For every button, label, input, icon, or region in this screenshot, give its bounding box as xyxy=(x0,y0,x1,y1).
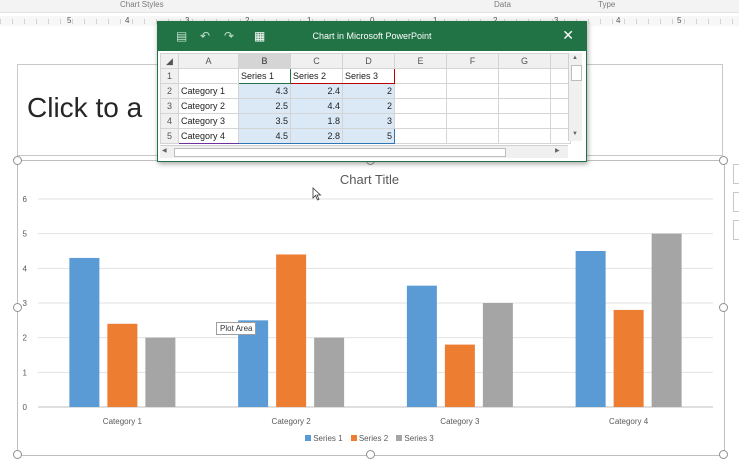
column-header[interactable]: F xyxy=(446,53,499,69)
cell[interactable]: 4.3 xyxy=(238,83,291,99)
plot-area-tooltip: Plot Area xyxy=(216,322,257,335)
ruler-number: 4 xyxy=(615,16,622,25)
cell[interactable] xyxy=(394,98,447,114)
cell[interactable] xyxy=(394,68,447,84)
chart-legend[interactable]: Series 1 Series 2 Series 3 xyxy=(0,434,739,443)
excel-title-bar[interactable]: ▤ ↶ ↷ ▦ Chart in Microsoft PowerPoint ✕ xyxy=(158,22,586,51)
cell[interactable] xyxy=(498,113,551,129)
legend-item-series-3[interactable]: Series 3 xyxy=(396,434,434,443)
cell[interactable] xyxy=(498,68,551,84)
chart-filters-button[interactable] xyxy=(733,220,739,240)
cell[interactable]: 2.4 xyxy=(290,83,343,99)
row-header[interactable]: 1 xyxy=(160,68,179,84)
cell[interactable]: Category 2 xyxy=(178,98,239,114)
cell[interactable]: Series 2 xyxy=(290,68,343,84)
cell[interactable]: Series 3 xyxy=(342,68,395,84)
row-header[interactable]: 3 xyxy=(160,98,179,114)
vertical-scrollbar[interactable]: ▲ ▼ xyxy=(568,53,582,141)
ruler-number: 5 xyxy=(66,16,73,25)
cell[interactable] xyxy=(446,113,499,129)
cell[interactable] xyxy=(498,98,551,114)
cell[interactable]: 1.8 xyxy=(290,113,343,129)
column-header[interactable]: D xyxy=(342,53,395,69)
cell[interactable] xyxy=(446,83,499,99)
select-all-corner[interactable]: ◢ xyxy=(160,53,179,69)
legend-swatch xyxy=(305,435,312,441)
scroll-right-icon[interactable]: ▶ xyxy=(555,147,560,154)
cell[interactable] xyxy=(498,128,551,144)
column-header[interactable]: B xyxy=(238,53,291,69)
chart-styles-button[interactable] xyxy=(733,192,739,212)
cell[interactable] xyxy=(394,83,447,99)
column-header[interactable]: C xyxy=(290,53,343,69)
legend-label: Series 2 xyxy=(358,434,389,443)
resize-handle-bottom-right[interactable] xyxy=(719,450,728,459)
mouse-cursor-icon xyxy=(312,187,322,201)
cell[interactable] xyxy=(394,113,447,129)
row-header[interactable]: 2 xyxy=(160,83,179,99)
scroll-up-icon[interactable]: ▲ xyxy=(572,55,578,61)
ruler-number: 4 xyxy=(124,16,131,25)
scroll-thumb[interactable] xyxy=(571,65,582,81)
cell[interactable] xyxy=(394,128,447,144)
legend-label: Series 1 xyxy=(313,434,343,443)
cell[interactable]: 2 xyxy=(342,98,395,114)
legend-item-series-1[interactable]: Series 1 xyxy=(305,434,343,443)
chart-frame[interactable] xyxy=(17,160,725,456)
resize-handle-right[interactable] xyxy=(719,303,728,312)
resize-handle-left[interactable] xyxy=(13,303,22,312)
excel-window-title: Chart in Microsoft PowerPoint xyxy=(312,31,432,41)
cell[interactable] xyxy=(178,68,239,84)
resize-handle-top-left[interactable] xyxy=(13,156,22,165)
ribbon-group-data[interactable]: Data xyxy=(494,0,511,9)
cell[interactable] xyxy=(446,128,499,144)
close-icon[interactable]: ✕ xyxy=(562,27,574,44)
column-header[interactable]: G xyxy=(498,53,551,69)
chart-title[interactable]: Chart Title xyxy=(0,172,739,187)
title-placeholder-text[interactable]: Click to a xyxy=(27,92,142,124)
cell[interactable]: 4.5 xyxy=(238,128,291,144)
cell[interactable] xyxy=(498,83,551,99)
scroll-down-icon[interactable]: ▼ xyxy=(572,131,578,137)
horizontal-scrollbar[interactable]: ◀ ▶ xyxy=(160,145,568,158)
column-header[interactable]: E xyxy=(394,53,447,69)
ribbon-group-chart-styles[interactable]: Chart Styles xyxy=(120,0,164,9)
resize-handle-top-right[interactable] xyxy=(719,156,728,165)
legend-swatch xyxy=(396,435,403,441)
resize-handle-bottom[interactable] xyxy=(366,450,375,459)
spreadsheet-grid[interactable]: ◢ A B C D E F G 1 Series 1 Series 2 Seri… xyxy=(160,53,571,144)
ribbon-strip: Chart Styles Data Type xyxy=(0,0,739,13)
ruler-number: 5 xyxy=(676,16,683,25)
legend-label: Series 3 xyxy=(404,434,434,443)
cell[interactable]: Category 4 xyxy=(178,128,239,144)
column-header[interactable]: A xyxy=(178,53,239,69)
cell[interactable]: Category 1 xyxy=(178,83,239,99)
cell[interactable]: 3.5 xyxy=(238,113,291,129)
cell[interactable]: 3 xyxy=(342,113,395,129)
legend-swatch xyxy=(350,435,357,441)
resize-handle-bottom-left[interactable] xyxy=(13,450,22,459)
cell[interactable] xyxy=(446,68,499,84)
cell[interactable]: 2.5 xyxy=(238,98,291,114)
cell[interactable]: 4.4 xyxy=(290,98,343,114)
cell[interactable] xyxy=(446,98,499,114)
row-header[interactable]: 5 xyxy=(160,128,179,144)
cell[interactable]: Category 3 xyxy=(178,113,239,129)
excel-data-window[interactable]: ▤ ↶ ↷ ▦ Chart in Microsoft PowerPoint ✕ … xyxy=(157,21,587,162)
scroll-thumb[interactable] xyxy=(174,148,506,157)
ribbon-group-type[interactable]: Type xyxy=(598,0,615,9)
scroll-left-icon[interactable]: ◀ xyxy=(162,147,167,154)
cell[interactable]: Series 1 xyxy=(238,68,291,84)
cell[interactable]: 2.8 xyxy=(290,128,343,144)
legend-item-series-2[interactable]: Series 2 xyxy=(350,434,389,443)
row-header[interactable]: 4 xyxy=(160,113,179,129)
cell[interactable]: 5 xyxy=(342,128,395,144)
cell[interactable]: 2 xyxy=(342,83,395,99)
